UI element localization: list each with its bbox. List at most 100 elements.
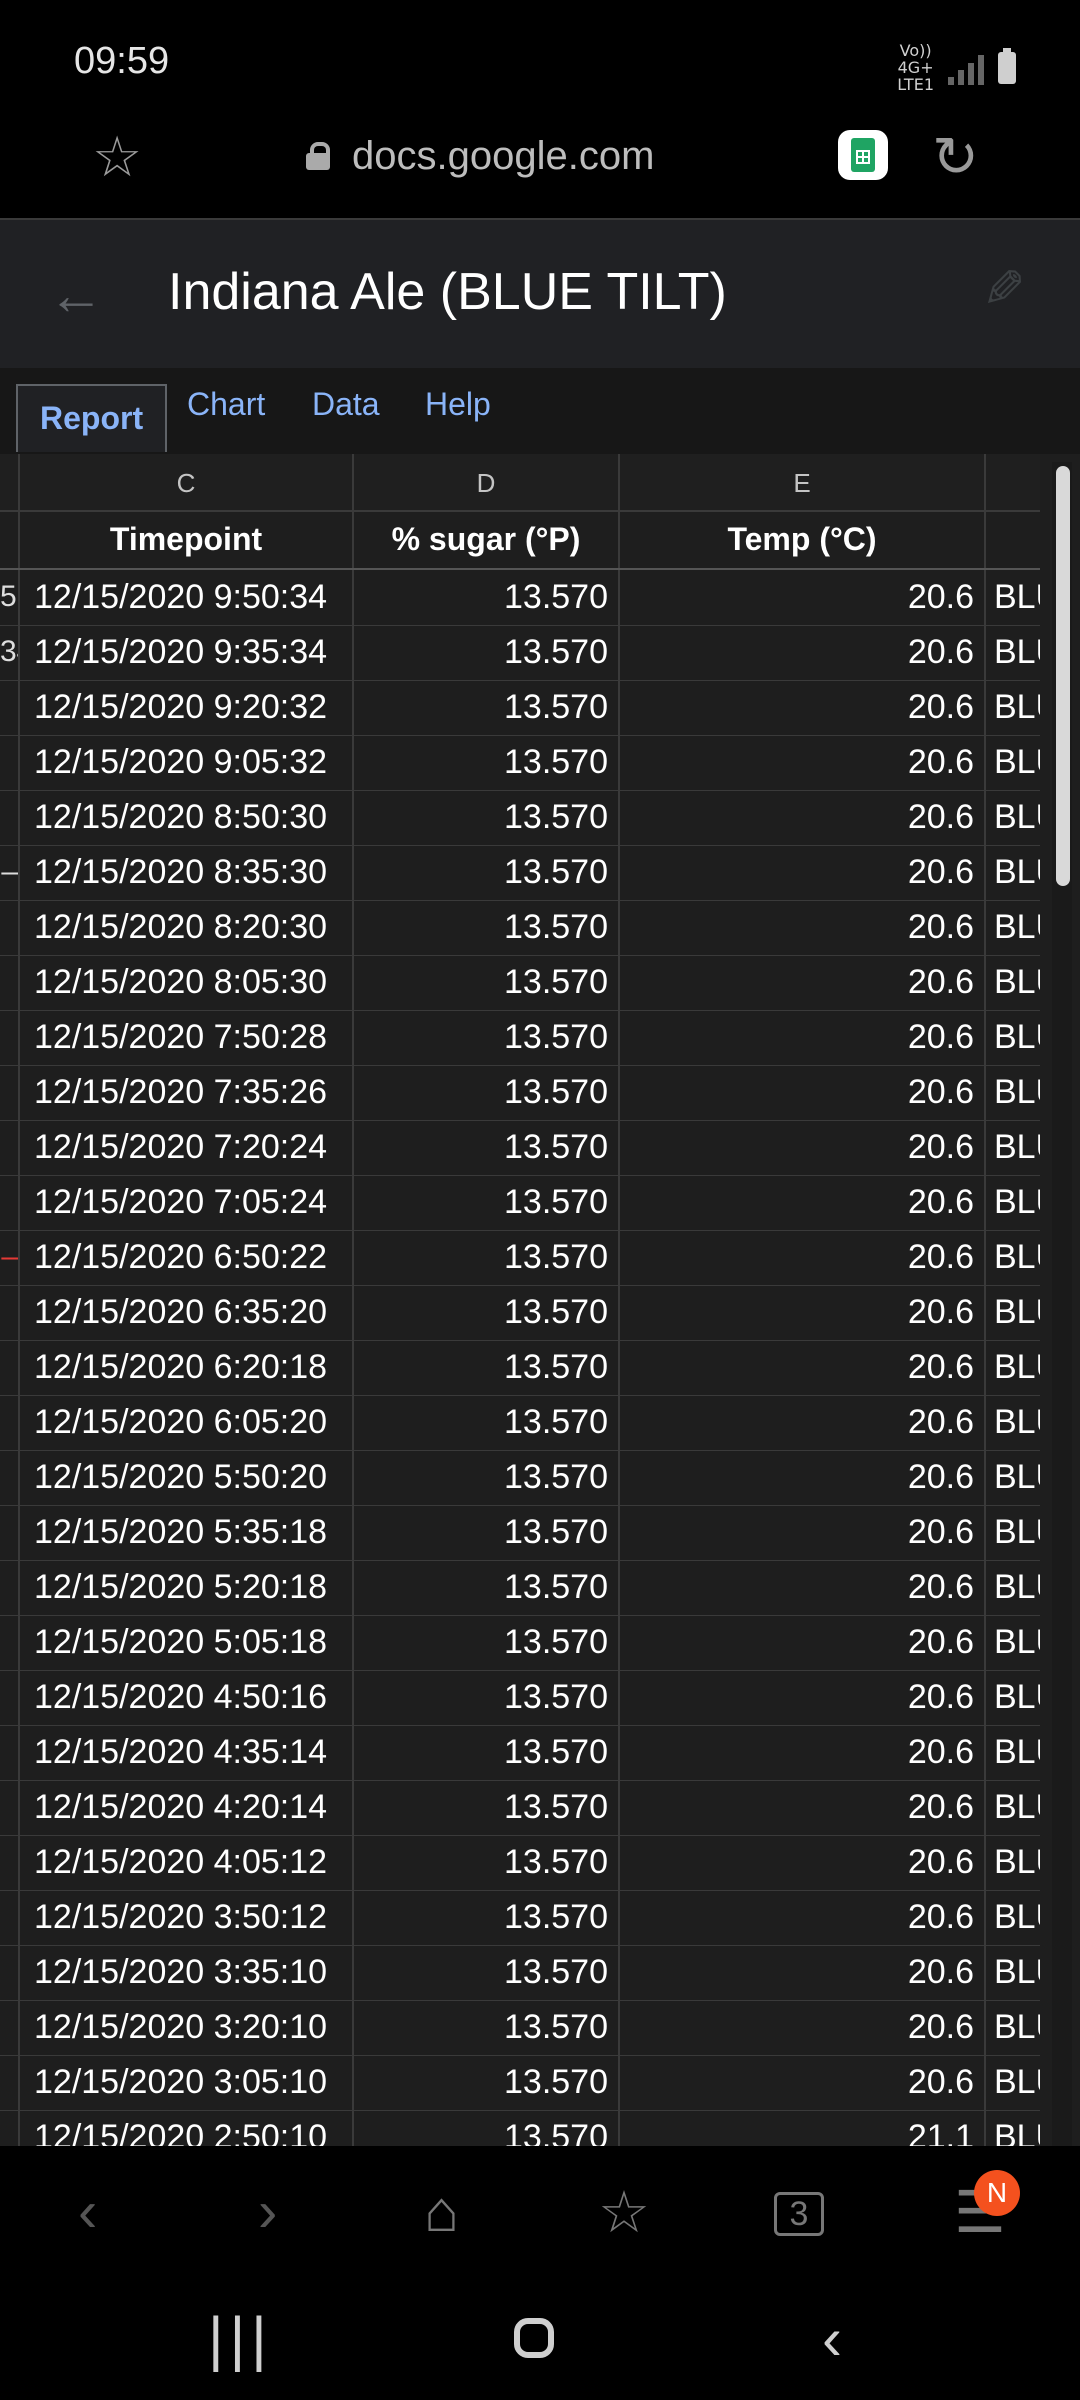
cell-b[interactable] <box>0 955 20 1010</box>
column-letter-e[interactable]: E <box>620 454 986 512</box>
chevron-right-icon[interactable]: › <box>258 2178 277 2245</box>
cell-beer[interactable]: BLU <box>986 1670 1040 1725</box>
cell-sugar[interactable]: 13.570 <box>354 680 620 735</box>
cell-beer[interactable]: BLU <box>986 1340 1040 1395</box>
cell-timepoint[interactable]: 12/15/2020 3:20:10 <box>20 2000 354 2055</box>
table-row[interactable]: 12/15/2020 7:05:2413.57020.6BLU <box>0 1175 1040 1231</box>
table-row[interactable]: 12/15/2020 8:20:3013.57020.6BLU <box>0 900 1040 956</box>
cell-b[interactable] <box>0 680 20 735</box>
cell-timepoint[interactable]: 12/15/2020 4:20:14 <box>20 1780 354 1835</box>
cell-timepoint[interactable]: 12/15/2020 9:05:32 <box>20 735 354 790</box>
cell-timepoint[interactable]: 12/15/2020 7:35:26 <box>20 1065 354 1120</box>
chevron-left-icon[interactable]: ‹ <box>78 2178 97 2245</box>
cell-beer[interactable]: BLU <box>986 735 1040 790</box>
table-row[interactable]: 12/15/2020 4:50:1613.57020.6BLU <box>0 1670 1040 1726</box>
cell-temp[interactable]: 20.6 <box>620 1780 986 1835</box>
cell-timepoint[interactable]: 12/15/2020 4:35:14 <box>20 1725 354 1780</box>
scrollbar-thumb[interactable] <box>1056 466 1070 886</box>
system-back-icon[interactable]: ‹ <box>822 2304 842 2373</box>
cell-timepoint[interactable]: 12/15/2020 6:50:22 <box>20 1230 354 1285</box>
cell-temp[interactable]: 20.6 <box>620 955 986 1010</box>
cell-b[interactable] <box>0 1780 20 1835</box>
cell-beer[interactable]: BLU <box>986 1010 1040 1065</box>
cell-timepoint[interactable]: 12/15/2020 2:50:10 <box>20 2110 354 2146</box>
cell-b[interactable] <box>0 2055 20 2110</box>
cell-sugar[interactable]: 13.570 <box>354 2055 620 2110</box>
cell-timepoint[interactable]: 12/15/2020 3:05:10 <box>20 2055 354 2110</box>
table-row[interactable]: 12/15/2020 8:05:3013.57020.6BLU <box>0 955 1040 1011</box>
cell-sugar[interactable]: 13.570 <box>354 1945 620 2000</box>
table-row[interactable]: 12/15/2020 9:05:3213.57020.6BLU <box>0 735 1040 791</box>
cell-b[interactable] <box>0 735 20 790</box>
cell-beer[interactable]: BLU <box>986 845 1040 900</box>
table-row[interactable]: –12/15/2020 6:50:2213.57020.6BLU <box>0 1230 1040 1286</box>
table-row[interactable]: 12/15/2020 6:20:1813.57020.6BLU <box>0 1340 1040 1396</box>
cell-timepoint[interactable]: 12/15/2020 8:05:30 <box>20 955 354 1010</box>
cell-beer[interactable]: BLU <box>986 1395 1040 1450</box>
cell-sugar[interactable]: 13.570 <box>354 625 620 680</box>
cell-timepoint[interactable]: 12/15/2020 6:20:18 <box>20 1340 354 1395</box>
cell-b[interactable] <box>0 1340 20 1395</box>
cell-timepoint[interactable]: 12/15/2020 5:05:18 <box>20 1615 354 1670</box>
cell-b[interactable] <box>0 1450 20 1505</box>
table-row[interactable]: 3412/15/2020 9:35:3413.57020.6BLU <box>0 625 1040 681</box>
cell-b[interactable] <box>0 1505 20 1560</box>
cell-beer[interactable]: BLU <box>986 625 1040 680</box>
cell-b[interactable] <box>0 1725 20 1780</box>
cell-beer[interactable]: BLU <box>986 1890 1040 1945</box>
cell-b[interactable] <box>0 1065 20 1120</box>
cell-beer[interactable]: BLU <box>986 2055 1040 2110</box>
cell-temp[interactable]: 20.6 <box>620 1560 986 1615</box>
table-row[interactable]: 12/15/2020 3:50:1213.57020.6BLU <box>0 1890 1040 1946</box>
cell-temp[interactable]: 20.6 <box>620 1615 986 1670</box>
cell-sugar[interactable]: 13.570 <box>354 570 620 625</box>
home-icon[interactable]: ⌂ <box>424 2178 459 2245</box>
cell-beer[interactable]: BLU <box>986 1560 1040 1615</box>
cell-b[interactable]: 34 <box>0 625 20 680</box>
cell-timepoint[interactable]: 12/15/2020 5:35:18 <box>20 1505 354 1560</box>
cell-sugar[interactable]: 13.570 <box>354 1285 620 1340</box>
cell-sugar[interactable]: 13.570 <box>354 955 620 1010</box>
cell-temp[interactable]: 20.6 <box>620 1725 986 1780</box>
cell-beer[interactable]: BLU <box>986 790 1040 845</box>
cell-b[interactable] <box>0 1945 20 2000</box>
cell-sugar[interactable]: 13.570 <box>354 790 620 845</box>
cell-temp[interactable]: 20.6 <box>620 900 986 955</box>
cell-sugar[interactable]: 13.570 <box>354 1065 620 1120</box>
table-row[interactable]: 12/15/2020 4:20:1413.57020.6BLU <box>0 1780 1040 1836</box>
cell-timepoint[interactable]: 12/15/2020 7:20:24 <box>20 1120 354 1175</box>
cell-beer[interactable]: BLU <box>986 1780 1040 1835</box>
header-cell-f[interactable] <box>986 512 1040 568</box>
header-temp[interactable]: Temp (°C) <box>620 512 986 568</box>
table-row[interactable]: 12/15/2020 9:20:3213.57020.6BLU <box>0 680 1040 736</box>
cell-sugar[interactable]: 13.570 <box>354 900 620 955</box>
cell-temp[interactable]: 20.6 <box>620 1175 986 1230</box>
table-row[interactable]: 12/15/2020 8:50:3013.57020.6BLU <box>0 790 1040 846</box>
cell-b[interactable] <box>0 2000 20 2055</box>
cell-sugar[interactable]: 13.570 <box>354 1340 620 1395</box>
cell-timepoint[interactable]: 12/15/2020 3:35:10 <box>20 1945 354 2000</box>
cell-temp[interactable]: 20.6 <box>620 1340 986 1395</box>
cell-b[interactable] <box>0 1615 20 1670</box>
cell-beer[interactable]: BLU <box>986 1230 1040 1285</box>
google-sheets-icon[interactable] <box>838 130 888 180</box>
table-row[interactable]: 12/15/2020 4:05:1213.57020.6BLU <box>0 1835 1040 1891</box>
tabs-icon[interactable]: 3 <box>774 2192 824 2236</box>
cell-sugar[interactable]: 13.570 <box>354 1560 620 1615</box>
cell-timepoint[interactable]: 12/15/2020 3:50:12 <box>20 1890 354 1945</box>
table-row[interactable]: 12/15/2020 7:50:2813.57020.6BLU <box>0 1010 1040 1066</box>
cell-temp[interactable]: 20.6 <box>620 1285 986 1340</box>
cell-temp[interactable]: 20.6 <box>620 680 986 735</box>
back-arrow-icon[interactable]: ← <box>48 262 104 327</box>
cell-timepoint[interactable]: 12/15/2020 9:50:34 <box>20 570 354 625</box>
cell-sugar[interactable]: 13.570 <box>354 1175 620 1230</box>
cell-beer[interactable]: BLU <box>986 1615 1040 1670</box>
url-field[interactable]: docs.google.com <box>352 134 654 179</box>
star-icon[interactable]: ☆ <box>92 124 142 190</box>
cell-b[interactable] <box>0 790 20 845</box>
cell-beer[interactable]: BLU <box>986 1285 1040 1340</box>
cell-b[interactable] <box>0 1560 20 1615</box>
cell-timepoint[interactable]: 12/15/2020 5:20:18 <box>20 1560 354 1615</box>
cell-sugar[interactable]: 13.570 <box>354 1120 620 1175</box>
cell-beer[interactable]: BLU <box>986 1945 1040 2000</box>
